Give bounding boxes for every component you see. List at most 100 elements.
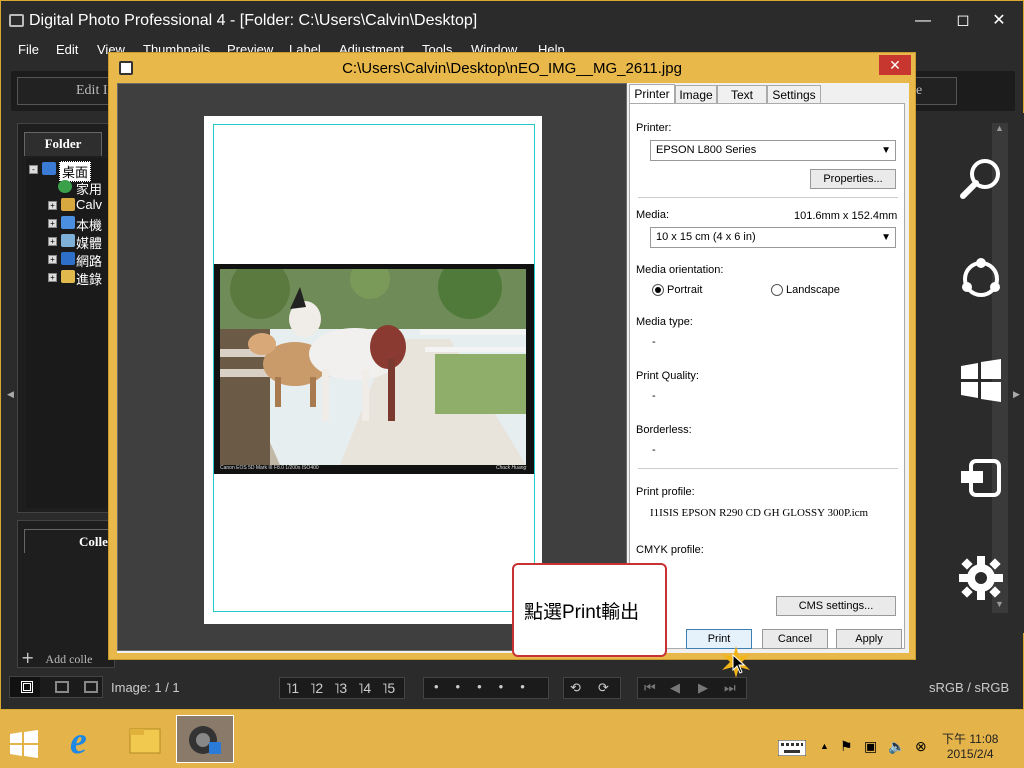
edit-image-button[interactable]: Edit I (17, 77, 113, 105)
expand-icon[interactable]: + (48, 219, 57, 228)
collection-panel: Colle (17, 520, 115, 668)
menu-edit[interactable]: Edit (56, 42, 78, 57)
expand-icon[interactable]: + (48, 255, 57, 264)
media-type-label: Media type: (636, 316, 693, 328)
goats-photo (220, 269, 526, 465)
tree-label: 本機 (76, 218, 103, 233)
libraries-icon (61, 234, 75, 247)
flag-icon[interactable]: ⚑ (840, 738, 853, 755)
collapse-icon[interactable]: - (29, 165, 38, 174)
system-clock[interactable]: 下午 11:08 2015/2/4 (942, 732, 998, 762)
tab-settings[interactable]: Settings (767, 85, 821, 105)
windows-start-icon[interactable] (10, 730, 38, 758)
right-collapse-arrow-icon[interactable]: ▶ (1013, 389, 1020, 400)
media-select-value: 10 x 15 cm (4 x 6 in) (656, 231, 756, 243)
expand-icon[interactable]: + (48, 273, 57, 282)
medium-view-icon[interactable] (55, 681, 69, 693)
left-collapse-arrow-icon[interactable]: ◀ (7, 389, 14, 400)
tree-item-homegroup[interactable]: 家用 (26, 179, 114, 197)
properties-button[interactable]: Properties... (810, 169, 896, 189)
show-hidden-icons-icon[interactable]: ▲ (820, 741, 829, 751)
navigation-group: ⏮ ◀ ▶ ⏭ (637, 677, 747, 699)
file-explorer-icon[interactable] (116, 715, 174, 763)
cms-settings-button[interactable]: CMS settings... (776, 596, 896, 616)
internet-explorer-icon[interactable]: e (56, 715, 114, 763)
rotate-right-icon[interactable]: ⟳ (598, 680, 609, 696)
label-dots-icon[interactable]: ••••• (434, 679, 542, 694)
maximize-button[interactable]: ◻ (951, 11, 975, 31)
rating-1[interactable]: ˥1 (286, 680, 299, 696)
tree-label: 網路 (76, 254, 103, 269)
collection-tab[interactable]: Colle (24, 529, 112, 553)
rating-2[interactable]: ˥2 (310, 680, 323, 696)
tree-item-desktop[interactable]: - 桌面 (26, 161, 114, 182)
start-icon[interactable] (957, 357, 1005, 405)
add-collection-button[interactable]: + Add colle (21, 648, 92, 667)
rating-5[interactable]: ˥5 (382, 680, 395, 696)
dialog-close-button[interactable]: ✕ (879, 55, 911, 75)
grid-view-icon[interactable] (10, 677, 40, 697)
volume-icon[interactable]: 🔈 (888, 738, 905, 755)
tree-item-network[interactable]: + 網路 (26, 251, 114, 269)
prev-image-icon[interactable]: ◀ (670, 680, 680, 696)
toolbar-right-button[interactable]: e (909, 77, 957, 105)
landscape-radio[interactable] (771, 284, 783, 296)
print-profile-value: I1ISIS EPSON R290 CD GH GLOSSY 300P.icm (650, 507, 869, 519)
keyboard-icon[interactable] (778, 740, 806, 756)
print-profile-label: Print profile: (636, 486, 695, 498)
minimize-button[interactable]: — (911, 11, 935, 31)
last-image-icon[interactable]: ⏭ (724, 680, 736, 696)
desktop-icon (42, 162, 56, 175)
portrait-label[interactable]: Portrait (667, 284, 702, 296)
computer-icon (61, 216, 75, 229)
rating-4[interactable]: ˥4 (358, 680, 371, 696)
tree-item-libraries[interactable]: + 媒體 (26, 233, 114, 251)
cancel-button[interactable]: Cancel (762, 629, 828, 649)
menu-file[interactable]: File (18, 42, 39, 57)
tab-text[interactable]: Text (717, 85, 767, 105)
paper-preview: Canon EOS 5D Mark III F8.0 1/200s ISO400… (204, 116, 542, 624)
close-button[interactable]: ✕ (987, 11, 1011, 31)
tree-item-user[interactable]: + Calv (26, 197, 114, 214)
add-collection-label: Add colle (45, 652, 93, 666)
folder-panel: Folder - 桌面 家用 + Calv + 本機 + 媒體 + 網路 + 進… (17, 123, 116, 513)
dpp-taskbar-icon[interactable] (176, 715, 234, 763)
orientation-label: Media orientation: (636, 264, 724, 276)
tree-item-this-pc[interactable]: + 本機 (26, 215, 114, 233)
first-image-icon[interactable]: ⏮ (644, 680, 656, 696)
clock-date: 2015/2/4 (946, 747, 994, 761)
windows-taskbar: e ▲ ⚑ ▣ 🔈 ⊗ 下午 11:08 2015/2/4 (0, 710, 1024, 768)
next-image-icon[interactable]: ▶ (698, 680, 708, 696)
rating-3[interactable]: ˥3 (334, 680, 347, 696)
image-count: Image: 1 / 1 (111, 680, 180, 695)
search-icon[interactable] (957, 154, 1005, 202)
printer-select[interactable]: EPSON L800 Series ▼ (650, 140, 896, 161)
rotate-left-icon[interactable]: ⟲ (570, 680, 581, 696)
network-icon (61, 252, 75, 265)
list-view-icon[interactable] (84, 681, 98, 693)
photo-exif-caption: Canon EOS 5D Mark III F8.0 1/200s ISO400 (220, 465, 319, 471)
dialog-titlebar: C:\Users\Calvin\Desktop\nEO_IMG__MG_2611… (109, 53, 915, 83)
landscape-label[interactable]: Landscape (786, 284, 840, 296)
tab-image[interactable]: Image (675, 85, 717, 105)
scroll-up-icon[interactable]: ▲ (995, 123, 1004, 133)
expand-icon[interactable]: + (48, 201, 57, 210)
media-select[interactable]: 10 x 15 cm (4 x 6 in) ▼ (650, 227, 896, 248)
print-quality-value: - (652, 390, 656, 402)
apply-button[interactable]: Apply (836, 629, 902, 649)
expand-icon[interactable]: + (48, 237, 57, 246)
action-center-icon[interactable]: ⊗ (915, 738, 927, 755)
tree-item-folder[interactable]: + 進錄 (26, 269, 114, 287)
divider (638, 468, 898, 469)
folder-tab[interactable]: Folder (24, 132, 102, 156)
chevron-down-icon: ▼ (881, 145, 891, 156)
network-icon[interactable]: ▣ (864, 738, 877, 755)
share-icon[interactable] (957, 255, 1005, 303)
devices-icon[interactable] (957, 455, 1005, 503)
svg-text:e: e (70, 720, 87, 762)
chevron-down-icon: ▼ (881, 232, 891, 243)
media-size: 101.6mm x 152.4mm (794, 210, 898, 222)
label-dot-group: ••••• (423, 677, 549, 699)
settings-gear-icon[interactable] (957, 554, 1005, 602)
portrait-radio[interactable] (652, 284, 664, 296)
